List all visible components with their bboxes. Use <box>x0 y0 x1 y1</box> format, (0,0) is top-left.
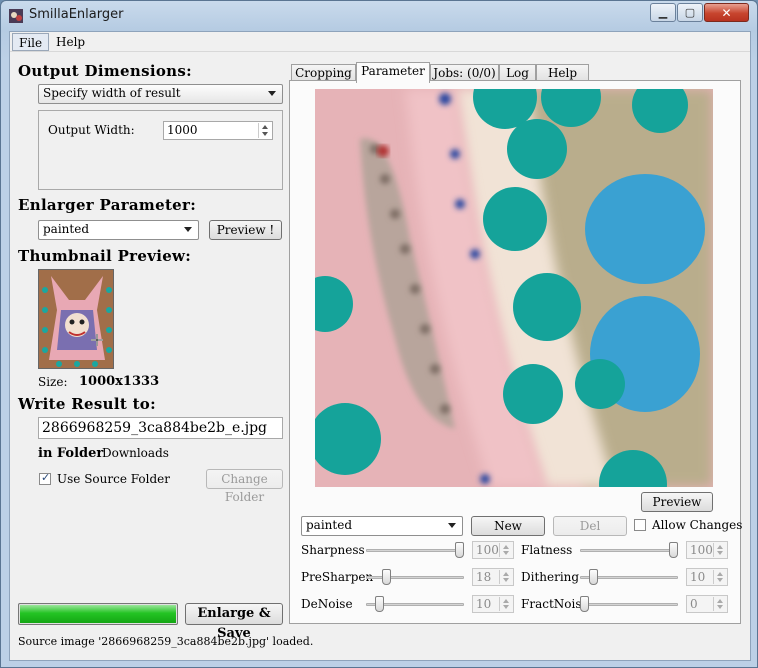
client-area: File Help Output Dimensions: Specify wid… <box>9 31 751 661</box>
slider-handle[interactable] <box>375 596 384 612</box>
title-bar[interactable]: SmillaEnlarger ▁ ▢ ✕ <box>1 1 757 31</box>
chevron-down-icon <box>268 91 276 96</box>
flatness-slider[interactable] <box>580 540 678 560</box>
flatness-spinbox[interactable]: 100 <box>686 541 728 559</box>
allow-changes-label: Allow Changes <box>652 518 743 532</box>
dithering-value: 10 <box>690 570 706 584</box>
progress-fill <box>20 605 176 623</box>
tab-parameter[interactable]: Parameter <box>356 62 430 83</box>
change-folder-button[interactable]: Change Folder <box>206 469 283 504</box>
fractnoise-spinbox[interactable]: 0 <box>686 595 728 613</box>
minimize-button[interactable]: ▁ <box>650 3 676 22</box>
output-filename-field[interactable]: 2866968259_3ca884be2b_e.jpg <box>38 417 283 439</box>
delete-preset-button[interactable]: Del <box>553 516 627 536</box>
presharpen-label: PreSharpen <box>301 570 374 584</box>
chevron-down-icon <box>184 227 192 232</box>
denoise-slider[interactable] <box>366 594 464 614</box>
use-source-folder-label: Use Source Folder <box>57 472 170 486</box>
denoise-value: 10 <box>476 597 492 611</box>
slider-handle[interactable] <box>580 596 589 612</box>
parameter-preset-value: painted <box>306 518 353 532</box>
output-mode-select[interactable]: Specify width of result <box>38 84 283 104</box>
spin-arrows-icon <box>713 570 726 584</box>
window-title: SmillaEnlarger <box>29 7 124 22</box>
sharpness-label: Sharpness <box>301 543 365 557</box>
slider-handle[interactable] <box>589 569 598 585</box>
output-width-group: Output Width: 1000 <box>38 110 283 190</box>
output-width-label: Output Width: <box>48 123 135 137</box>
preview-image[interactable] <box>315 89 713 487</box>
enlarger-parameter-heading: Enlarger Parameter: <box>18 196 197 214</box>
slider-handle[interactable] <box>382 569 391 585</box>
output-mode-value: Specify width of result <box>43 86 181 100</box>
denoise-spinbox[interactable]: 10 <box>472 595 514 613</box>
minimize-icon: ▁ <box>658 6 668 19</box>
new-preset-button[interactable]: New <box>471 516 545 536</box>
slider-handle[interactable] <box>455 542 464 558</box>
spin-arrows-icon <box>713 543 726 557</box>
size-label: Size: <box>38 375 68 389</box>
close-button[interactable]: ✕ <box>704 3 749 22</box>
close-icon: ✕ <box>721 5 732 20</box>
sharpness-slider[interactable] <box>366 540 464 560</box>
slider-handle[interactable] <box>669 542 678 558</box>
enlarge-save-button[interactable]: Enlarge & Save <box>185 603 283 641</box>
sharpness-spinbox[interactable]: 100 <box>472 541 514 559</box>
spin-arrows-icon <box>499 597 512 611</box>
size-value: 1000x1333 <box>79 374 160 389</box>
menu-bar: File Help <box>10 32 750 52</box>
dithering-slider[interactable] <box>580 567 678 587</box>
spin-arrows-icon <box>499 543 512 557</box>
menu-help[interactable]: Help <box>50 33 91 51</box>
app-icon <box>9 9 23 23</box>
maximize-button[interactable]: ▢ <box>677 3 703 22</box>
chevron-down-icon <box>448 523 456 528</box>
flatness-value: 100 <box>690 543 713 557</box>
app-window: SmillaEnlarger ▁ ▢ ✕ File Help Output Di… <box>0 0 758 668</box>
parameter-preset-select[interactable]: painted <box>301 516 463 536</box>
flatness-label: Flatness <box>521 543 573 557</box>
menu-file[interactable]: File <box>12 33 50 51</box>
allow-changes-checkbox[interactable] <box>634 519 646 531</box>
output-dimensions-heading: Output Dimensions: <box>18 62 192 80</box>
dithering-label: Dithering <box>521 570 580 584</box>
sharpness-value: 100 <box>476 543 499 557</box>
use-source-folder-checkbox[interactable] <box>39 471 51 485</box>
enlarger-preset-select[interactable]: painted <box>38 220 199 240</box>
write-result-heading: Write Result to: <box>18 395 156 413</box>
folder-value: Downloads <box>102 446 169 460</box>
status-bar-text: Source image '2866968259_3ca884be2b.jpg'… <box>18 635 314 648</box>
output-width-spinbox[interactable]: 1000 <box>163 121 273 140</box>
thumbnail-artwork <box>39 270 113 368</box>
presharpen-slider[interactable] <box>366 567 464 587</box>
preview-now-button[interactable]: Preview ! <box>209 220 282 240</box>
spin-arrows-icon <box>713 597 726 611</box>
preview-artwork <box>315 89 713 487</box>
in-folder-label: in Folder <box>38 446 104 461</box>
presharpen-value: 18 <box>476 570 492 584</box>
denoise-label: DeNoise <box>301 597 353 611</box>
preview-button[interactable]: Preview <box>641 492 713 512</box>
enlarger-preset-value: painted <box>43 222 90 236</box>
fractnoise-value: 0 <box>690 597 698 611</box>
thumbnail-preview-heading: Thumbnail Preview: <box>18 247 192 265</box>
output-width-value: 1000 <box>167 123 198 137</box>
presharpen-spinbox[interactable]: 18 <box>472 568 514 586</box>
maximize-icon: ▢ <box>684 6 696 19</box>
fractnoise-label: FractNoise <box>521 597 589 611</box>
thumbnail-image[interactable] <box>38 269 114 369</box>
dithering-spinbox[interactable]: 10 <box>686 568 728 586</box>
fractnoise-slider[interactable] <box>580 594 678 614</box>
spin-arrows-icon <box>499 570 512 584</box>
progress-bar <box>18 603 178 625</box>
spin-arrows-icon[interactable] <box>258 123 271 138</box>
